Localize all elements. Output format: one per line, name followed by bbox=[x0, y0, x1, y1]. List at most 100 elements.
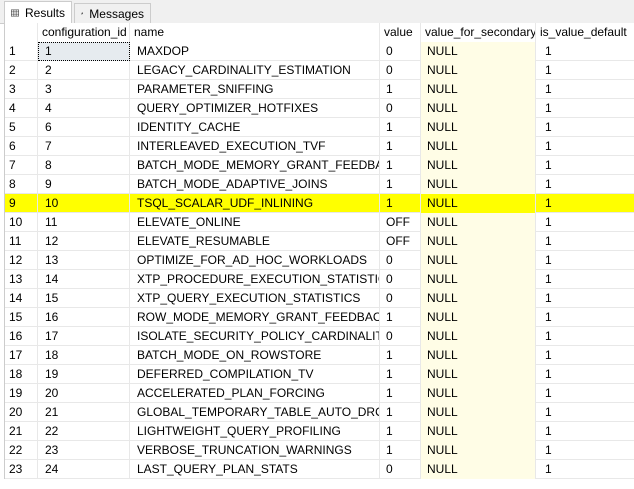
table-row[interactable]: 14 15 XTP_QUERY_EXECUTION_STATISTICS 0 NULL 1 bbox=[5, 289, 634, 308]
cell-configuration-id[interactable]: 2 bbox=[38, 61, 130, 80]
cell-configuration-id[interactable]: 17 bbox=[38, 327, 130, 346]
cell-is-value-default[interactable]: 1 bbox=[536, 403, 634, 422]
cell-name[interactable]: BATCH_MODE_MEMORY_GRANT_FEEDBACK bbox=[130, 156, 380, 175]
cell-name[interactable]: LIGHTWEIGHT_QUERY_PROFILING bbox=[130, 422, 380, 441]
cell-value-for-secondary[interactable]: NULL bbox=[421, 232, 536, 251]
cell-name[interactable]: GLOBAL_TEMPORARY_TABLE_AUTO_DROP bbox=[130, 403, 380, 422]
cell-value[interactable]: 1 bbox=[380, 365, 421, 384]
cell-configuration-id[interactable]: 20 bbox=[38, 384, 130, 403]
cell-name[interactable]: OPTIMIZE_FOR_AD_HOC_WORKLOADS bbox=[130, 251, 380, 270]
cell-row-number[interactable]: 13 bbox=[5, 270, 38, 289]
cell-row-number[interactable]: 1 bbox=[5, 42, 38, 61]
cell-configuration-id[interactable]: 22 bbox=[38, 422, 130, 441]
table-row[interactable]: 5 6 IDENTITY_CACHE 1 NULL 1 bbox=[5, 118, 634, 137]
column-header-name[interactable]: name bbox=[130, 23, 380, 42]
cell-row-number[interactable]: 4 bbox=[5, 99, 38, 118]
cell-name[interactable]: ACCELERATED_PLAN_FORCING bbox=[130, 384, 380, 403]
cell-row-number[interactable]: 14 bbox=[5, 289, 38, 308]
cell-value-for-secondary[interactable]: NULL bbox=[421, 308, 536, 327]
table-row[interactable]: 13 14 XTP_PROCEDURE_EXECUTION_STATISTICS 0 N… bbox=[5, 270, 634, 289]
column-header-value-for-secondary[interactable]: value_for_secondary bbox=[421, 23, 536, 42]
cell-is-value-default[interactable]: 1 bbox=[536, 422, 634, 441]
cell-is-value-default[interactable]: 1 bbox=[536, 118, 634, 137]
cell-configuration-id[interactable]: 21 bbox=[38, 403, 130, 422]
cell-value[interactable]: 1 bbox=[380, 137, 421, 156]
cell-value-for-secondary[interactable]: NULL bbox=[421, 80, 536, 99]
cell-is-value-default[interactable]: 1 bbox=[536, 61, 634, 80]
cell-value[interactable]: 1 bbox=[380, 80, 421, 99]
cell-value[interactable]: OFF bbox=[380, 232, 421, 251]
cell-configuration-id[interactable]: 16 bbox=[38, 308, 130, 327]
cell-value-for-secondary[interactable]: NULL bbox=[421, 156, 536, 175]
cell-is-value-default[interactable]: 1 bbox=[536, 460, 634, 479]
cell-row-number[interactable]: 12 bbox=[5, 251, 38, 270]
cell-row-number[interactable]: 7 bbox=[5, 156, 38, 175]
cell-configuration-id[interactable]: 13 bbox=[38, 251, 130, 270]
cell-configuration-id[interactable]: 12 bbox=[38, 232, 130, 251]
table-row[interactable]: 3 3 PARAMETER_SNIFFING 1 NULL 1 bbox=[5, 80, 634, 99]
cell-value-for-secondary[interactable]: NULL bbox=[421, 251, 536, 270]
cell-name[interactable]: DEFERRED_COMPILATION_TV bbox=[130, 365, 380, 384]
cell-configuration-id[interactable]: 3 bbox=[38, 80, 130, 99]
cell-is-value-default[interactable]: 1 bbox=[536, 99, 634, 118]
table-row[interactable]: 10 11 ELEVATE_ONLINE OFF NULL 1 bbox=[5, 213, 634, 232]
cell-value[interactable]: 1 bbox=[380, 156, 421, 175]
cell-is-value-default[interactable]: 1 bbox=[536, 365, 634, 384]
cell-name[interactable]: ISOLATE_SECURITY_POLICY_CARDINALITY bbox=[130, 327, 380, 346]
cell-value[interactable]: 0 bbox=[380, 61, 421, 80]
cell-is-value-default[interactable]: 1 bbox=[536, 346, 634, 365]
cell-value-for-secondary[interactable]: NULL bbox=[421, 384, 536, 403]
cell-is-value-default[interactable]: 1 bbox=[536, 270, 634, 289]
cell-name[interactable]: QUERY_OPTIMIZER_HOTFIXES bbox=[130, 99, 380, 118]
cell-name[interactable]: XTP_PROCEDURE_EXECUTION_STATISTICS bbox=[130, 270, 380, 289]
cell-configuration-id[interactable]: 1 bbox=[38, 42, 130, 61]
cell-configuration-id[interactable]: 19 bbox=[38, 365, 130, 384]
cell-name[interactable]: ELEVATE_RESUMABLE bbox=[130, 232, 380, 251]
table-row[interactable]: 12 13 OPTIMIZE_FOR_AD_HOC_WORKLOADS 0 NULL 1 bbox=[5, 251, 634, 270]
cell-value-for-secondary[interactable]: NULL bbox=[421, 441, 536, 460]
cell-value-for-secondary[interactable]: NULL bbox=[421, 194, 536, 213]
column-header-row-number[interactable] bbox=[5, 23, 38, 42]
cell-configuration-id[interactable]: 24 bbox=[38, 460, 130, 479]
table-row[interactable]: 8 9 BATCH_MODE_ADAPTIVE_JOINS 1 NULL 1 bbox=[5, 175, 634, 194]
cell-value-for-secondary[interactable]: NULL bbox=[421, 422, 536, 441]
cell-value[interactable]: 0 bbox=[380, 327, 421, 346]
cell-name[interactable]: IDENTITY_CACHE bbox=[130, 118, 380, 137]
table-row[interactable]: 17 18 BATCH_MODE_ON_ROWSTORE 1 NULL 1 bbox=[5, 346, 634, 365]
table-row[interactable]: 4 4 QUERY_OPTIMIZER_HOTFIXES 0 NULL 1 bbox=[5, 99, 634, 118]
cell-name[interactable]: XTP_QUERY_EXECUTION_STATISTICS bbox=[130, 289, 380, 308]
cell-value-for-secondary[interactable]: NULL bbox=[421, 99, 536, 118]
cell-name[interactable]: BATCH_MODE_ON_ROWSTORE bbox=[130, 346, 380, 365]
cell-name[interactable]: ROW_MODE_MEMORY_GRANT_FEEDBACK bbox=[130, 308, 380, 327]
cell-configuration-id[interactable]: 8 bbox=[38, 156, 130, 175]
table-row[interactable]: 2 2 LEGACY_CARDINALITY_ESTIMATION 0 NULL 1 bbox=[5, 61, 634, 80]
cell-value[interactable]: 1 bbox=[380, 308, 421, 327]
cell-name[interactable]: TSQL_SCALAR_UDF_INLINING bbox=[130, 194, 380, 213]
cell-configuration-id[interactable]: 15 bbox=[38, 289, 130, 308]
cell-row-number[interactable]: 6 bbox=[5, 137, 38, 156]
cell-row-number[interactable]: 23 bbox=[5, 460, 38, 479]
cell-row-number[interactable]: 20 bbox=[5, 403, 38, 422]
table-row[interactable]: 20 21 GLOBAL_TEMPORARY_TABLE_AUTO_DROP 1 NUL… bbox=[5, 403, 634, 422]
table-row[interactable]: 11 12 ELEVATE_RESUMABLE OFF NULL 1 bbox=[5, 232, 634, 251]
cell-is-value-default[interactable]: 1 bbox=[536, 137, 634, 156]
cell-name[interactable]: ELEVATE_ONLINE bbox=[130, 213, 380, 232]
cell-row-number[interactable]: 16 bbox=[5, 327, 38, 346]
cell-value[interactable]: 1 bbox=[380, 194, 421, 213]
cell-value[interactable]: 0 bbox=[380, 251, 421, 270]
cell-row-number[interactable]: 21 bbox=[5, 422, 38, 441]
cell-value-for-secondary[interactable]: NULL bbox=[421, 289, 536, 308]
cell-is-value-default[interactable]: 1 bbox=[536, 327, 634, 346]
cell-configuration-id[interactable]: 23 bbox=[38, 441, 130, 460]
cell-value-for-secondary[interactable]: NULL bbox=[421, 270, 536, 289]
cell-name[interactable]: VERBOSE_TRUNCATION_WARNINGS bbox=[130, 441, 380, 460]
cell-value-for-secondary[interactable]: NULL bbox=[421, 365, 536, 384]
table-row[interactable]: 18 19 DEFERRED_COMPILATION_TV 1 NULL 1 bbox=[5, 365, 634, 384]
cell-is-value-default[interactable]: 1 bbox=[536, 308, 634, 327]
table-row[interactable]: 1 1 MAXDOP 0 NULL 1 bbox=[5, 42, 634, 61]
tab-results[interactable]: Results bbox=[4, 1, 72, 24]
cell-is-value-default[interactable]: 1 bbox=[536, 175, 634, 194]
table-row[interactable]: 21 22 LIGHTWEIGHT_QUERY_PROFILING 1 NULL 1 bbox=[5, 422, 634, 441]
cell-is-value-default[interactable]: 1 bbox=[536, 251, 634, 270]
cell-name[interactable]: BATCH_MODE_ADAPTIVE_JOINS bbox=[130, 175, 380, 194]
